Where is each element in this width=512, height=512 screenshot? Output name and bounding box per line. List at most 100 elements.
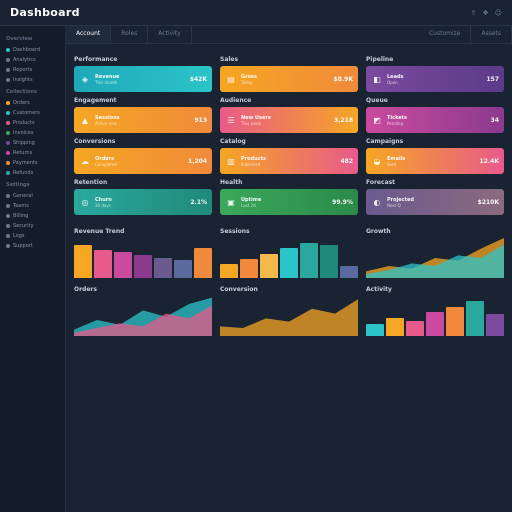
sidebar-item[interactable]: Payments [4, 158, 61, 168]
dot-icon [6, 171, 10, 175]
sidebar-item-label: Insights [13, 77, 33, 83]
sidebar-item[interactable]: General [4, 191, 61, 201]
card-icon: ▤ [225, 73, 237, 85]
bar-chart [220, 238, 358, 278]
sidebar-item-label: Payments [13, 160, 38, 166]
dot-icon [6, 244, 10, 248]
card-icon: ◈ [79, 73, 91, 85]
card-value: 157 [486, 76, 499, 83]
card-subtitle: Completed [95, 162, 184, 167]
bar [300, 243, 318, 278]
metric-card[interactable]: ▣UptimeLast 7d99.9% [220, 189, 358, 215]
sidebar-item-label: Teams [13, 203, 29, 209]
card-value: 1,204 [188, 158, 207, 165]
metric-card[interactable]: ▥ProductsPublished482 [220, 148, 358, 174]
card-subtitle: This month [95, 80, 186, 85]
sidebar-item[interactable]: Shipping [4, 138, 61, 148]
bar [320, 245, 338, 278]
section-title: Performance [74, 56, 212, 63]
sidebar-item[interactable]: Analytics [4, 55, 61, 65]
bar [240, 259, 258, 278]
dot-icon [6, 131, 10, 135]
sidebar-item[interactable]: Refunds [4, 168, 61, 178]
bar [406, 321, 424, 336]
tab[interactable]: Activity [148, 26, 191, 43]
sidebar-item-label: Reports [13, 67, 32, 73]
chart-title: Orders [74, 286, 212, 293]
dot-icon [6, 48, 10, 52]
sidebar-item[interactable]: Returns [4, 148, 61, 158]
metric-card[interactable]: ◎Churn30 days2.1% [74, 189, 212, 215]
metric-card[interactable]: ◩TicketsPending34 [366, 107, 504, 133]
sidebar-item[interactable]: Invoices [4, 128, 61, 138]
sidebar-item-label: Invoices [13, 130, 33, 136]
chart-title: Sessions [220, 228, 358, 235]
sidebar-item[interactable]: Teams [4, 201, 61, 211]
chart-title: Growth [366, 228, 504, 235]
app-title: Dashboard [10, 6, 80, 19]
sidebar-item-label: Shipping [13, 140, 35, 146]
bar [174, 260, 192, 278]
sidebar-item-label: Billing [13, 213, 28, 219]
sidebar-item-label: Logs [13, 233, 25, 239]
sidebar-item-label: Customers [13, 110, 40, 116]
bar [386, 318, 404, 336]
dot-icon [6, 78, 10, 82]
chart-title: Revenue Trend [74, 228, 212, 235]
sidebar-item-label: Support [13, 243, 33, 249]
bar [466, 301, 484, 336]
card-subtitle: Sent [387, 162, 476, 167]
card-subtitle: Active now [95, 121, 190, 126]
card-icon: ◩ [371, 114, 383, 126]
metric-card[interactable]: ▲SessionsActive now913 [74, 107, 212, 133]
notification-icon[interactable]: ❖ [482, 9, 488, 17]
dot-icon [6, 214, 10, 218]
sidebar-item[interactable]: Reports [4, 65, 61, 75]
bar [486, 314, 504, 336]
metric-card[interactable]: ◈RevenueThis month$42K [74, 66, 212, 92]
sidebar-item[interactable]: Products [4, 118, 61, 128]
metric-card[interactable]: ☰New UsersThis week3,218 [220, 107, 358, 133]
tab[interactable]: Assets [471, 26, 512, 43]
card-value: 2.1% [190, 199, 207, 206]
card-value: 99.9% [332, 199, 353, 206]
tab[interactable]: Customize [419, 26, 472, 43]
sidebar-item[interactable]: Dashboard [4, 45, 61, 55]
section-title: Conversions [74, 138, 212, 145]
sidebar-item[interactable]: Security [4, 221, 61, 231]
sidebar-item[interactable]: Customers [4, 108, 61, 118]
card-value: 12.4K [480, 158, 499, 165]
dot-icon [6, 224, 10, 228]
share-icon[interactable]: ⇪ [471, 9, 477, 17]
tab[interactable]: Account [66, 26, 111, 43]
area-chart [366, 238, 504, 278]
section-title: Health [220, 179, 358, 186]
user-icon[interactable]: ☺ [495, 9, 502, 17]
metric-card[interactable]: ▤GrossToday$8.9K [220, 66, 358, 92]
section-title: Forecast [366, 179, 504, 186]
card-value: $210K [478, 199, 499, 206]
bar [446, 307, 464, 336]
dot-icon [6, 194, 10, 198]
tab[interactable]: Roles [111, 26, 148, 43]
card-icon: ☰ [225, 114, 237, 126]
dot-icon [6, 151, 10, 155]
sidebar-item-label: Orders [13, 100, 30, 106]
sidebar-item[interactable]: Billing [4, 211, 61, 221]
bar-chart [366, 296, 504, 336]
metric-card[interactable]: ◐ProjectedNext Q$210K [366, 189, 504, 215]
metric-card[interactable]: ◧LeadsOpen157 [366, 66, 504, 92]
sidebar-item[interactable]: Orders [4, 98, 61, 108]
sidebar-item[interactable]: Insights [4, 75, 61, 85]
topbar: Dashboard ⇪ ❖ ☺ [0, 0, 512, 26]
sidebar-item[interactable]: Logs [4, 231, 61, 241]
card-icon: ☁ [79, 155, 91, 167]
metric-card[interactable]: ☁OrdersCompleted1,204 [74, 148, 212, 174]
sidebar-item-label: Returns [13, 150, 32, 156]
dot-icon [6, 121, 10, 125]
metric-card[interactable]: ◒EmailsSent12.4K [366, 148, 504, 174]
card-icon: ◒ [371, 155, 383, 167]
card-icon: ◎ [79, 196, 91, 208]
card-value: 3,218 [334, 117, 353, 124]
sidebar-item[interactable]: Support [4, 241, 61, 251]
